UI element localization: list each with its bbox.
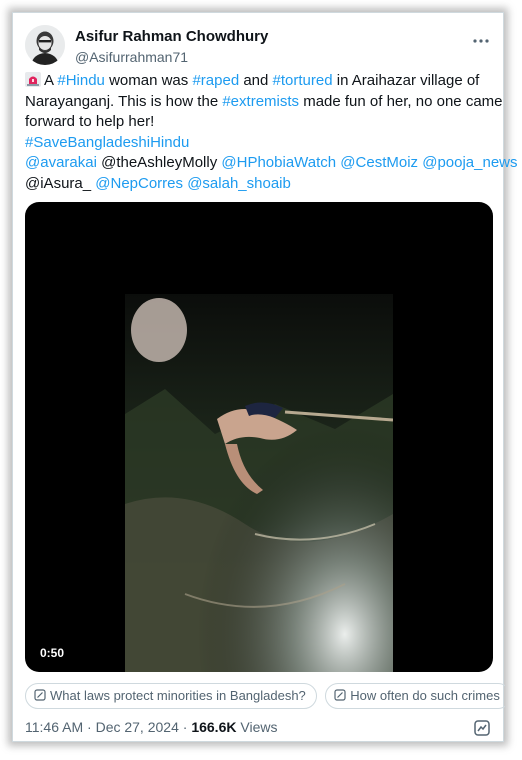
tweet-text-segment: forward to help her! <box>25 113 155 130</box>
view-count: 166.6K <box>191 719 237 735</box>
tweet-text-line: @avarakai @theAshleyMolly @HPhobiaWatch … <box>25 153 518 174</box>
grok-prompt-icon <box>334 689 346 701</box>
video-thumbnail <box>125 294 393 672</box>
hashtag-or-mention-link[interactable]: #SaveBangladeshiHindu <box>25 134 189 151</box>
hashtag-or-mention-link[interactable]: #extremists <box>222 93 299 110</box>
tweet-metadata: 11:46 AM · Dec 27, 2024 · 166.6K Views <box>25 719 277 735</box>
suggested-questions: What laws protect minorities in Banglade… <box>25 683 505 711</box>
tweet-time[interactable]: 11:46 AM <box>25 719 83 735</box>
tweet-card: Asifur Rahman Chowdhury @Asifurrahman71 … <box>12 12 518 742</box>
hashtag-or-mention-link[interactable]: @avarakai <box>25 154 97 171</box>
tweet-text-line: #SaveBangladeshiHindu <box>25 133 491 154</box>
more-options-icon[interactable] <box>471 31 491 51</box>
hashtag-or-mention-link[interactable]: #tortured <box>273 72 333 89</box>
hashtag-or-mention-link[interactable]: @CestMoiz <box>340 154 418 171</box>
grok-analytics-icon[interactable] <box>473 719 491 737</box>
suggestion-text: How often do such crimes <box>350 688 500 703</box>
suggestion-chip[interactable]: How often do such crimes <box>325 683 505 709</box>
tweet-text-segment: @theAshleyMolly <box>96 154 222 171</box>
grok-prompt-icon <box>34 689 46 701</box>
hashtag-or-mention-link[interactable]: @HPhobiaWatch <box>221 154 336 171</box>
avatar[interactable] <box>25 25 65 65</box>
tweet-text-segment: Narayanganj. This is how the <box>25 92 223 110</box>
tweet-text-line: Narayanganj. This is how the #extremists… <box>25 92 503 113</box>
author-name[interactable]: Asifur Rahman Chowdhury <box>75 28 268 45</box>
hashtag-or-mention-link[interactable]: #raped <box>192 72 239 89</box>
video-duration: 0:50 <box>35 644 70 662</box>
tweet-text-segment: woman was <box>104 72 193 89</box>
hashtag-or-mention-link[interactable]: @pooja_news <box>422 154 517 171</box>
tweet-text-segment: @iAsura_ <box>25 174 96 192</box>
hashtag-or-mention-link[interactable]: #Hindu <box>57 72 105 89</box>
tweet-date[interactable]: Dec 27, 2024 <box>96 719 179 735</box>
tweet-text-segment: A <box>44 72 58 89</box>
author-handle[interactable]: @Asifurrahman71 <box>75 49 188 65</box>
tweet-text: A #Hindu woman was #raped and #tortured … <box>25 71 518 195</box>
tweet-text-line: @iAsura_ @NepCorres @salah_shoaib <box>25 174 491 195</box>
tweet-header: Asifur Rahman Chowdhury @Asifurrahman71 <box>25 25 491 71</box>
tweet-text-line: A #Hindu woman was #raped and #tortured … <box>25 71 491 92</box>
meta-separator: · <box>83 719 96 735</box>
tweet-text-segment: in Araihazar village of <box>332 72 480 89</box>
hashtag-or-mention-link[interactable]: @salah_shoaib <box>187 175 291 192</box>
suggestion-text: What laws protect minorities in Banglade… <box>50 688 306 703</box>
hashtag-or-mention-link[interactable]: @NepCorres <box>95 175 183 192</box>
video-player[interactable]: 0:50 <box>25 202 493 672</box>
meta-separator: · <box>178 719 192 735</box>
rotating-light-icon <box>25 72 41 87</box>
tweet-text-line: forward to help her! <box>25 112 491 133</box>
tweet-text-segment: made fun of her, no one came <box>299 92 503 110</box>
views-label: Views <box>236 719 278 735</box>
tweet-text-segment: and <box>239 72 273 89</box>
suggestion-chip[interactable]: What laws protect minorities in Banglade… <box>25 683 317 709</box>
